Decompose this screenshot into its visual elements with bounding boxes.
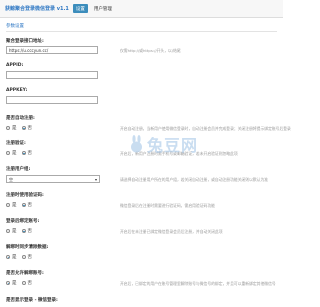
- allow-unbind-yes-radio[interactable]: [6, 281, 10, 285]
- unbind-no-radio[interactable]: [21, 229, 26, 233]
- login-bind-label: 注册时使用验证码:: [6, 193, 44, 198]
- allow-unbind-radio-group: 是 否: [6, 280, 37, 286]
- user-group-select[interactable]: 空 ▾: [6, 175, 100, 183]
- appkey-input[interactable]: [6, 96, 98, 104]
- register-verify-no-radio[interactable]: [21, 151, 26, 155]
- allow-unbind-hint: 开启后，已绑定的用户在账号管理里解除账号与微信号的绑定，并且可以重新绑定其他微信…: [120, 281, 276, 286]
- field-api-address: 聚合登录接口地址: https://u.cccyun.cc/ 仅需http://…: [6, 38, 277, 54]
- field-appid: APPID:: [6, 63, 277, 79]
- auto-register-no-radio[interactable]: [21, 126, 26, 130]
- appid-input[interactable]: [6, 71, 98, 79]
- api-address-hint: 仅需http://或https://开头，以/结尾: [120, 48, 181, 53]
- field-return-login: 是否显示登录 - 微信登录:: [6, 297, 277, 303]
- app-title: 获鲸聚合登录微信登录 v1.1: [5, 6, 69, 12]
- unbind-label: 登录后绑定账号:: [6, 219, 40, 224]
- auto-register-yes-radio[interactable]: [6, 126, 10, 130]
- allow-unbind-no-radio[interactable]: [21, 281, 26, 285]
- api-address-input[interactable]: https://u.cccyun.cc/: [6, 46, 98, 54]
- unbind-radio-group: 是 否: [6, 228, 37, 234]
- watermark: 兔豆网: [130, 132, 198, 156]
- auto-register-radio-group: 是 否: [6, 125, 37, 131]
- field-login-bind: 注册时使用验证码: 是 否 微信登录后在注册时需要进行验证码，需启用验证码功能: [6, 192, 277, 208]
- login-bind-no-radio[interactable]: [21, 203, 26, 207]
- field-allow-unbind: 是否允许解绑账号: 是 否 开启后，已绑定的用户在账号管理里解除账号与微信号的绑…: [6, 270, 277, 286]
- login-bind-radio-group: 是 否: [6, 202, 37, 208]
- section-divider: [6, 31, 277, 32]
- allow-unbind-label: 是否允许解绑账号:: [6, 271, 44, 276]
- chevron-down-icon: ▾: [94, 176, 97, 182]
- field-auto-register: 是否自动注册: 是 否 开启自动注册，当新用户使用微信登录时，自动注册会员并完成…: [6, 115, 291, 131]
- field-unbind-clear: 解绑时同步清除数据: 是 否: [6, 244, 277, 260]
- auto-register-label: 是否自动注册:: [6, 116, 35, 121]
- unbind-hint: 开启后在未注册已绑定微信登录会员后注册，并自动关闭此项: [120, 229, 223, 234]
- user-group-label: 注册用户组:: [6, 167, 31, 172]
- section-title: 参数设置: [6, 24, 24, 29]
- register-verify-yes-radio[interactable]: [6, 151, 10, 155]
- login-bind-yes-radio[interactable]: [6, 203, 10, 207]
- unbind-clear-no-radio[interactable]: [21, 255, 26, 259]
- return-login-label: 是否显示登录 - 微信登录:: [6, 298, 58, 303]
- top-bar: 获鲸聚合登录微信登录 v1.1 设置 用户管理: [0, 0, 283, 18]
- unbind-clear-label: 解绑时同步清除数据:: [6, 245, 49, 250]
- login-bind-hint: 微信登录后在注册时需要进行验证码，需启用验证码功能: [120, 203, 215, 208]
- field-user-group: 注册用户组: 空 ▾ 请选择自动注册用户所在的用户组，若关闭自动注册，或自动注册…: [6, 166, 277, 183]
- tab-settings[interactable]: 设置: [72, 4, 88, 13]
- appid-label: APPID:: [6, 63, 24, 68]
- user-group-selected: 空: [9, 176, 13, 182]
- field-unbind: 登录后绑定账号: 是 否 开启后在未注册已绑定微信登录会员后注册，并自动关闭此项: [6, 218, 277, 234]
- rabbit-logo-icon: [131, 135, 142, 153]
- field-appkey: APPKEY:: [6, 88, 277, 104]
- api-address-label: 聚合登录接口地址:: [6, 39, 44, 44]
- unbind-yes-radio[interactable]: [6, 229, 10, 233]
- tab-user-management[interactable]: 用户管理: [91, 4, 115, 13]
- watermark-text: 兔豆网: [147, 136, 199, 155]
- unbind-clear-yes-radio[interactable]: [6, 255, 10, 259]
- unbind-clear-radio-group: 是 否: [6, 254, 37, 260]
- user-group-hint: 请选择自动注册用户所在的用户组，若关闭自动注册，或自动注册功能关闭则以默认为准: [120, 177, 269, 182]
- register-verify-radio-group: 是 否: [6, 150, 37, 156]
- appkey-label: APPKEY:: [6, 88, 28, 93]
